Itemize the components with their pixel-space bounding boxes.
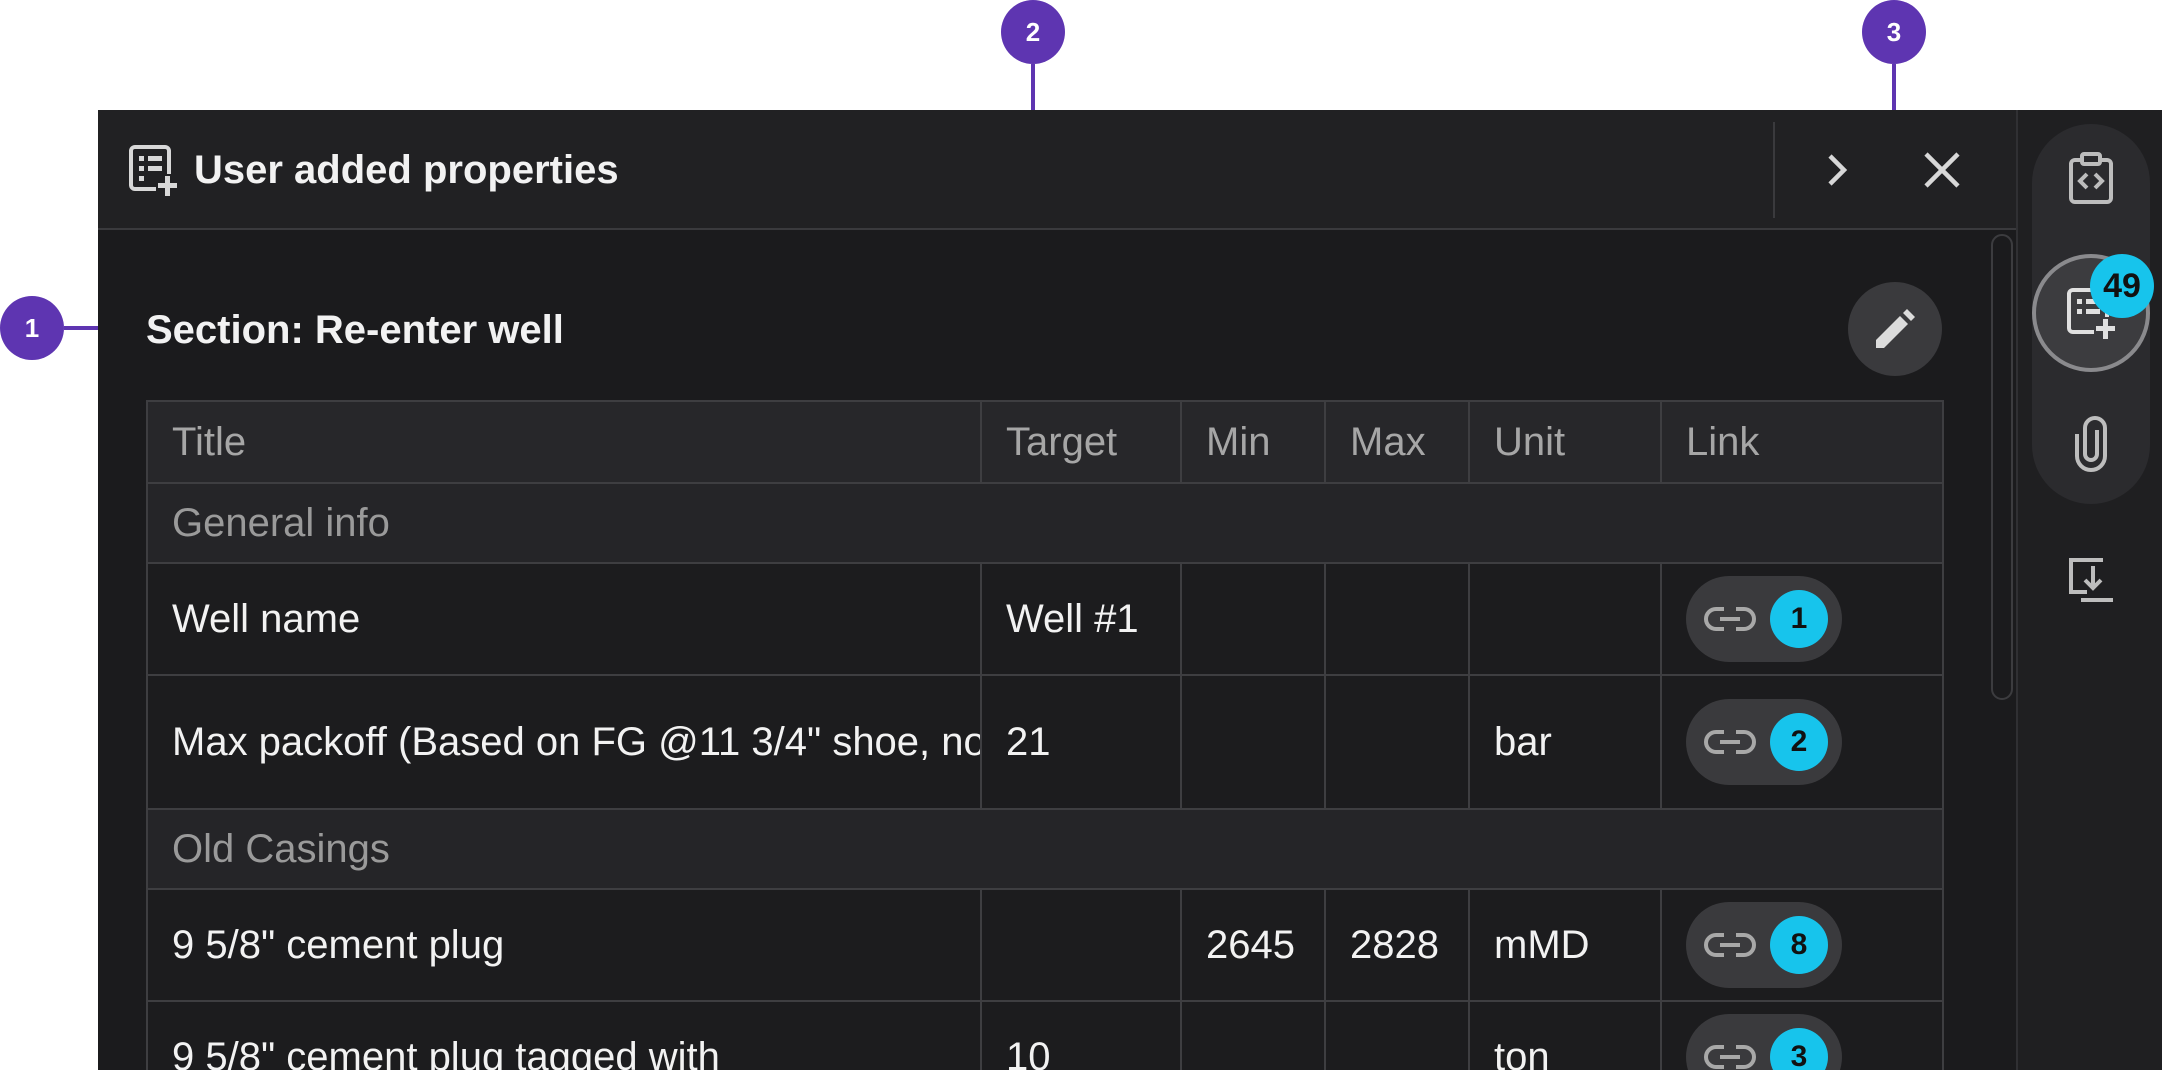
link-chip[interactable]: 2 (1686, 699, 1842, 785)
paperclip-icon[interactable] (2063, 416, 2119, 472)
annotation-marker-2: 2 (1001, 0, 1065, 64)
cell-unit: bar (1468, 674, 1662, 810)
group-row: General info (146, 482, 1944, 564)
cell-unit (1468, 562, 1662, 676)
cell-target: Well #1 (980, 562, 1182, 676)
cell-link: 8 (1660, 888, 1944, 1002)
cell-max (1324, 562, 1470, 676)
cell-link: 3 (1660, 1000, 1944, 1070)
properties-table: Title Target Min Max Unit Link General i… (146, 400, 1944, 1070)
table-header-row: Title Target Min Max Unit Link (146, 400, 1944, 484)
header-divider (1773, 122, 1775, 218)
link-count-badge: 3 (1770, 1028, 1828, 1070)
cell-link: 2 (1660, 674, 1944, 810)
link-icon (1704, 730, 1756, 754)
link-icon (1704, 933, 1756, 957)
column-header-max[interactable]: Max (1324, 400, 1470, 484)
link-count-badge: 1 (1770, 590, 1828, 648)
table-row[interactable]: 9 5/8" cement plug 2645 2828 mMD 8 (146, 888, 1944, 1002)
cell-target: 10 (980, 1000, 1182, 1070)
cell-title: Max packoff (Based on FG @11 3/4" shoe, … (146, 674, 982, 810)
link-chip[interactable]: 8 (1686, 902, 1842, 988)
link-count-badge: 2 (1770, 713, 1828, 771)
annotation-marker-3: 3 (1862, 0, 1926, 64)
cell-max (1324, 1000, 1470, 1070)
group-label: General info (146, 482, 1944, 564)
column-header-link[interactable]: Link (1660, 400, 1944, 484)
chevron-right-icon[interactable] (1812, 146, 1860, 194)
pencil-icon (1876, 309, 1915, 348)
download-icon[interactable] (2063, 552, 2119, 608)
group-label: Old Casings (146, 808, 1944, 890)
cell-min (1180, 674, 1326, 810)
cell-title: 9 5/8" cement plug (146, 888, 982, 1002)
cell-max: 2828 (1324, 888, 1470, 1002)
link-icon (1704, 607, 1756, 631)
scrollbar[interactable] (1991, 234, 2013, 700)
cell-title: Well name (146, 562, 982, 676)
side-rail: 49 (2016, 110, 2162, 1070)
cell-unit: ton (1468, 1000, 1662, 1070)
cell-target (980, 888, 1182, 1002)
cell-min (1180, 1000, 1326, 1070)
code-clipboard-icon[interactable] (2063, 150, 2119, 206)
section-title: Section: Re-enter well (146, 308, 564, 352)
column-header-min[interactable]: Min (1180, 400, 1326, 484)
cell-min: 2645 (1180, 888, 1326, 1002)
link-chip[interactable]: 1 (1686, 576, 1842, 662)
panel-title: User added properties (194, 148, 619, 192)
group-row: Old Casings (146, 808, 1944, 890)
column-header-title[interactable]: Title (146, 400, 982, 484)
cell-max (1324, 674, 1470, 810)
table-row[interactable]: Well name Well #1 1 (146, 562, 1944, 676)
edit-button[interactable] (1848, 282, 1942, 376)
close-icon[interactable] (1918, 146, 1966, 194)
link-chip[interactable]: 3 (1686, 1014, 1842, 1070)
cell-min (1180, 562, 1326, 676)
properties-count-badge: 49 (2090, 254, 2154, 318)
link-count-badge: 8 (1770, 916, 1828, 974)
cell-title: 9 5/8" cement plug tagged with (146, 1000, 982, 1070)
column-header-unit[interactable]: Unit (1468, 400, 1662, 484)
cell-link: 1 (1660, 562, 1944, 676)
column-header-target[interactable]: Target (980, 400, 1182, 484)
user-properties-icon (129, 145, 178, 196)
cell-target: 21 (980, 674, 1182, 810)
table-row[interactable]: 9 5/8" cement plug tagged with 10 ton 3 (146, 1000, 1944, 1070)
user-properties-panel: User added properties Section: Re-enter … (98, 110, 2016, 1070)
cell-unit: mMD (1468, 888, 1662, 1002)
panel-header: User added properties (98, 110, 2016, 230)
table-row[interactable]: Max packoff (Based on FG @11 3/4" shoe, … (146, 674, 1944, 810)
annotation-marker-1: 1 (0, 296, 64, 360)
